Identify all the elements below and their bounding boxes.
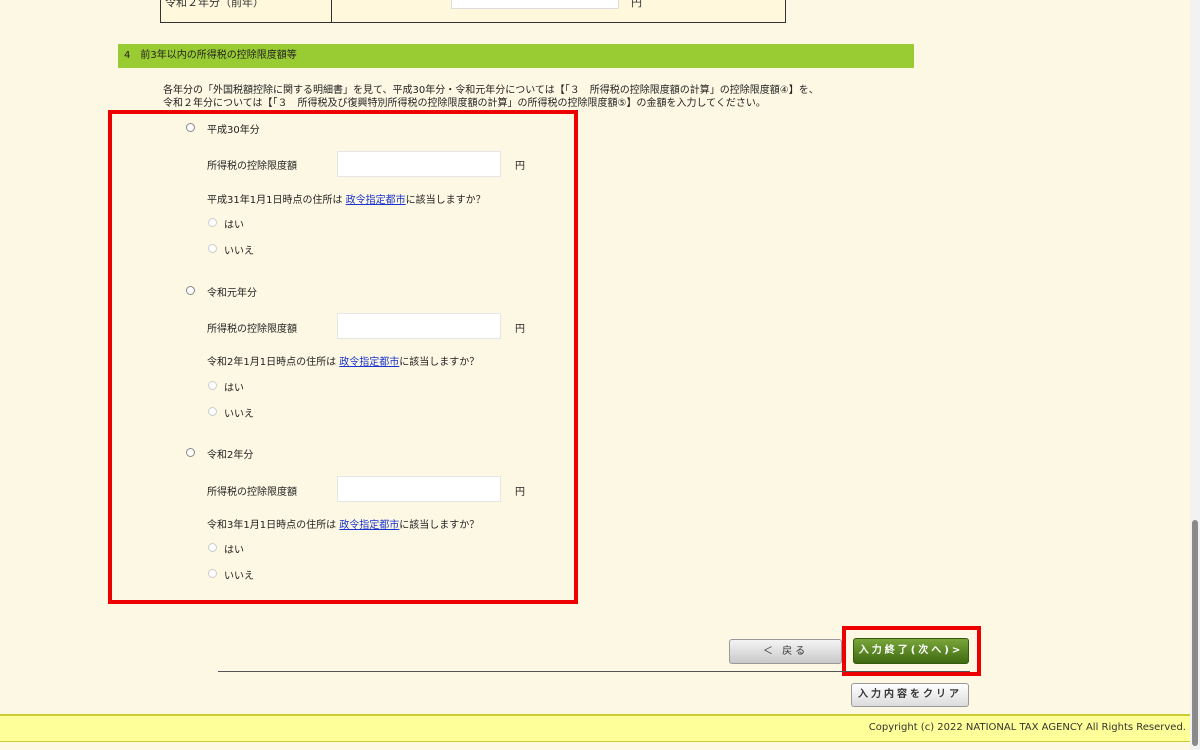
divider-line bbox=[218, 671, 970, 672]
prev-row-unit: 円 bbox=[631, 0, 642, 9]
copyright-text: Copyright (c) 2022 NATIONAL TAX AGENCY A… bbox=[868, 722, 1186, 733]
next-highlight-box bbox=[842, 626, 981, 676]
table-divider bbox=[331, 0, 332, 22]
back-button[interactable]: ＜ 戻る bbox=[729, 639, 842, 664]
prev-row-label: 令和２年分（前年） bbox=[165, 0, 264, 9]
section-description-line2: 令和２年分については【「３ 所得税及び復興特別所得税の控除限度額の計算」の所得税… bbox=[163, 98, 766, 109]
clear-button[interactable]: 入力内容をクリア bbox=[851, 683, 969, 707]
highlight-box bbox=[108, 110, 578, 604]
prev-amount-input[interactable] bbox=[451, 0, 619, 9]
section-header: 4 前3年以内の所得税の控除限度額等 bbox=[118, 44, 914, 68]
scrollbar-thumb[interactable] bbox=[1192, 520, 1198, 746]
previous-amount-table: 令和２年分（前年） 円 bbox=[160, 0, 786, 23]
footer: Copyright (c) 2022 NATIONAL TAX AGENCY A… bbox=[0, 714, 1190, 742]
